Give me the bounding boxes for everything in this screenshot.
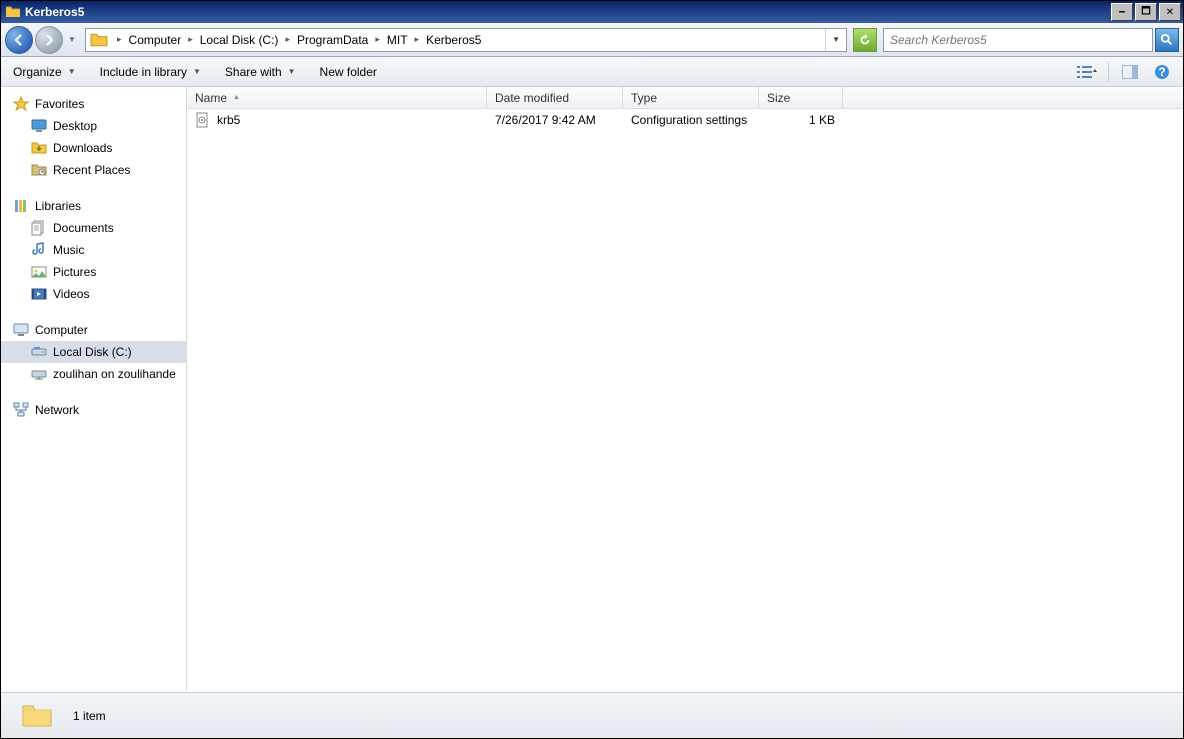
separator — [1108, 62, 1109, 82]
sidebar-computer-header[interactable]: Computer — [1, 319, 186, 341]
file-type: Configuration settings — [631, 113, 747, 127]
sidebar-network-header[interactable]: Network — [1, 399, 186, 421]
file-list[interactable]: krb5 7/26/2017 9:42 AM Configuration set… — [187, 109, 1183, 692]
include-library-button[interactable]: Include in library▼ — [98, 61, 203, 83]
file-list-pane: Name Date modified Type Size krb5 7/26/2… — [187, 87, 1183, 692]
search-input[interactable] — [884, 33, 1152, 47]
file-size: 1 KB — [809, 113, 835, 127]
column-header-name[interactable]: Name — [187, 87, 487, 108]
refresh-button[interactable] — [853, 28, 877, 52]
preview-pane-icon — [1122, 65, 1138, 79]
documents-icon — [31, 220, 47, 236]
sidebar-item-documents[interactable]: Documents — [1, 217, 186, 239]
details-pane: 1 item — [1, 692, 1183, 738]
chevron-down-icon: ▼ — [68, 67, 76, 76]
column-header-size[interactable]: Size — [759, 87, 843, 108]
breadcrumb-programdata[interactable]: ProgramData — [295, 29, 370, 51]
window-title: Kerberos5 — [25, 5, 1111, 19]
netdrive-icon — [31, 366, 47, 382]
breadcrumb-arrow-icon[interactable]: ▸ — [183, 34, 198, 45]
breadcrumb-arrow-icon[interactable]: ▸ — [410, 34, 425, 45]
libraries-icon — [13, 198, 29, 214]
config-file-icon — [195, 112, 211, 128]
sidebar-item-local-disk[interactable]: Local Disk (C:) — [1, 341, 186, 363]
search-button[interactable] — [1155, 28, 1179, 52]
sidebar-item-videos[interactable]: Videos — [1, 283, 186, 305]
search-icon — [1160, 33, 1174, 47]
status-item-count: 1 item — [73, 709, 106, 723]
breadcrumb-mit[interactable]: MIT — [385, 29, 410, 51]
arrow-left-icon — [12, 33, 26, 47]
network-icon — [13, 402, 29, 418]
address-bar[interactable]: ▸ Computer ▸ Local Disk (C:) ▸ ProgramDa… — [85, 28, 847, 52]
sidebar-item-recent-places[interactable]: Recent Places — [1, 159, 186, 181]
file-date: 7/26/2017 9:42 AM — [495, 113, 596, 127]
sidebar-item-network-drive[interactable]: zoulihan on zoulihande — [1, 363, 186, 385]
navigation-bar: ▼ ▸ Computer ▸ Local Disk (C:) ▸ Program… — [1, 23, 1183, 57]
sidebar-item-desktop[interactable]: Desktop — [1, 115, 186, 137]
file-name: krb5 — [217, 113, 240, 127]
folder-icon — [90, 31, 108, 49]
sidebar-item-music[interactable]: Music — [1, 239, 186, 261]
recent-icon — [31, 162, 47, 178]
chevron-down-icon: ▼ — [288, 67, 296, 76]
file-row[interactable]: krb5 7/26/2017 9:42 AM Configuration set… — [187, 109, 1183, 131]
main-area: Favorites Desktop Downloads Recent Place… — [1, 87, 1183, 692]
maximize-button[interactable]: 🗖 — [1135, 3, 1157, 21]
folder-icon — [21, 700, 53, 732]
folder-icon — [5, 4, 21, 20]
nav-history-dropdown[interactable]: ▼ — [65, 26, 79, 54]
column-header-type[interactable]: Type — [623, 87, 759, 108]
navigation-pane: Favorites Desktop Downloads Recent Place… — [1, 87, 187, 692]
music-icon — [31, 242, 47, 258]
column-headers: Name Date modified Type Size — [187, 87, 1183, 109]
help-icon: ? — [1154, 64, 1170, 80]
breadcrumb-arrow-icon[interactable]: ▸ — [112, 34, 127, 45]
chevron-down-icon: ▼ — [193, 67, 201, 76]
sidebar-item-downloads[interactable]: Downloads — [1, 137, 186, 159]
disk-icon — [31, 344, 47, 360]
column-header-spacer — [843, 87, 1183, 108]
forward-button[interactable] — [35, 26, 63, 54]
arrow-right-icon — [42, 33, 56, 47]
organize-button[interactable]: Organize▼ — [11, 61, 78, 83]
view-icon — [1077, 65, 1097, 79]
pictures-icon — [31, 264, 47, 280]
preview-pane-button[interactable] — [1119, 61, 1141, 83]
close-button[interactable]: ✕ — [1159, 3, 1181, 21]
search-box[interactable] — [883, 28, 1153, 52]
videos-icon — [31, 286, 47, 302]
computer-icon — [13, 322, 29, 338]
explorer-window: Kerberos5 🗕 🗖 ✕ ▼ ▸ Computer ▸ Local Dis… — [0, 0, 1184, 739]
column-header-date[interactable]: Date modified — [487, 87, 623, 108]
sidebar-libraries-header[interactable]: Libraries — [1, 195, 186, 217]
sidebar-item-pictures[interactable]: Pictures — [1, 261, 186, 283]
help-button[interactable]: ? — [1151, 61, 1173, 83]
titlebar[interactable]: Kerberos5 🗕 🗖 ✕ — [1, 1, 1183, 23]
window-buttons: 🗕 🗖 ✕ — [1111, 1, 1183, 23]
desktop-icon — [31, 118, 47, 134]
back-button[interactable] — [5, 26, 33, 54]
minimize-button[interactable]: 🗕 — [1111, 3, 1133, 21]
refresh-icon — [858, 33, 872, 47]
share-with-button[interactable]: Share with▼ — [223, 61, 298, 83]
new-folder-button[interactable]: New folder — [318, 61, 379, 83]
view-options-button[interactable] — [1076, 61, 1098, 83]
sidebar-favorites-header[interactable]: Favorites — [1, 93, 186, 115]
star-icon — [13, 96, 29, 112]
address-dropdown[interactable]: ▼ — [825, 29, 846, 51]
breadcrumb-kerberos5[interactable]: Kerberos5 — [424, 29, 483, 51]
downloads-icon — [31, 140, 47, 156]
command-bar: Organize▼ Include in library▼ Share with… — [1, 57, 1183, 87]
breadcrumb-arrow-icon[interactable]: ▸ — [280, 34, 295, 45]
svg-text:?: ? — [1158, 65, 1165, 79]
breadcrumb-arrow-icon[interactable]: ▸ — [370, 34, 385, 45]
breadcrumb-localdisk[interactable]: Local Disk (C:) — [198, 29, 281, 51]
breadcrumb-computer[interactable]: Computer — [127, 29, 184, 51]
